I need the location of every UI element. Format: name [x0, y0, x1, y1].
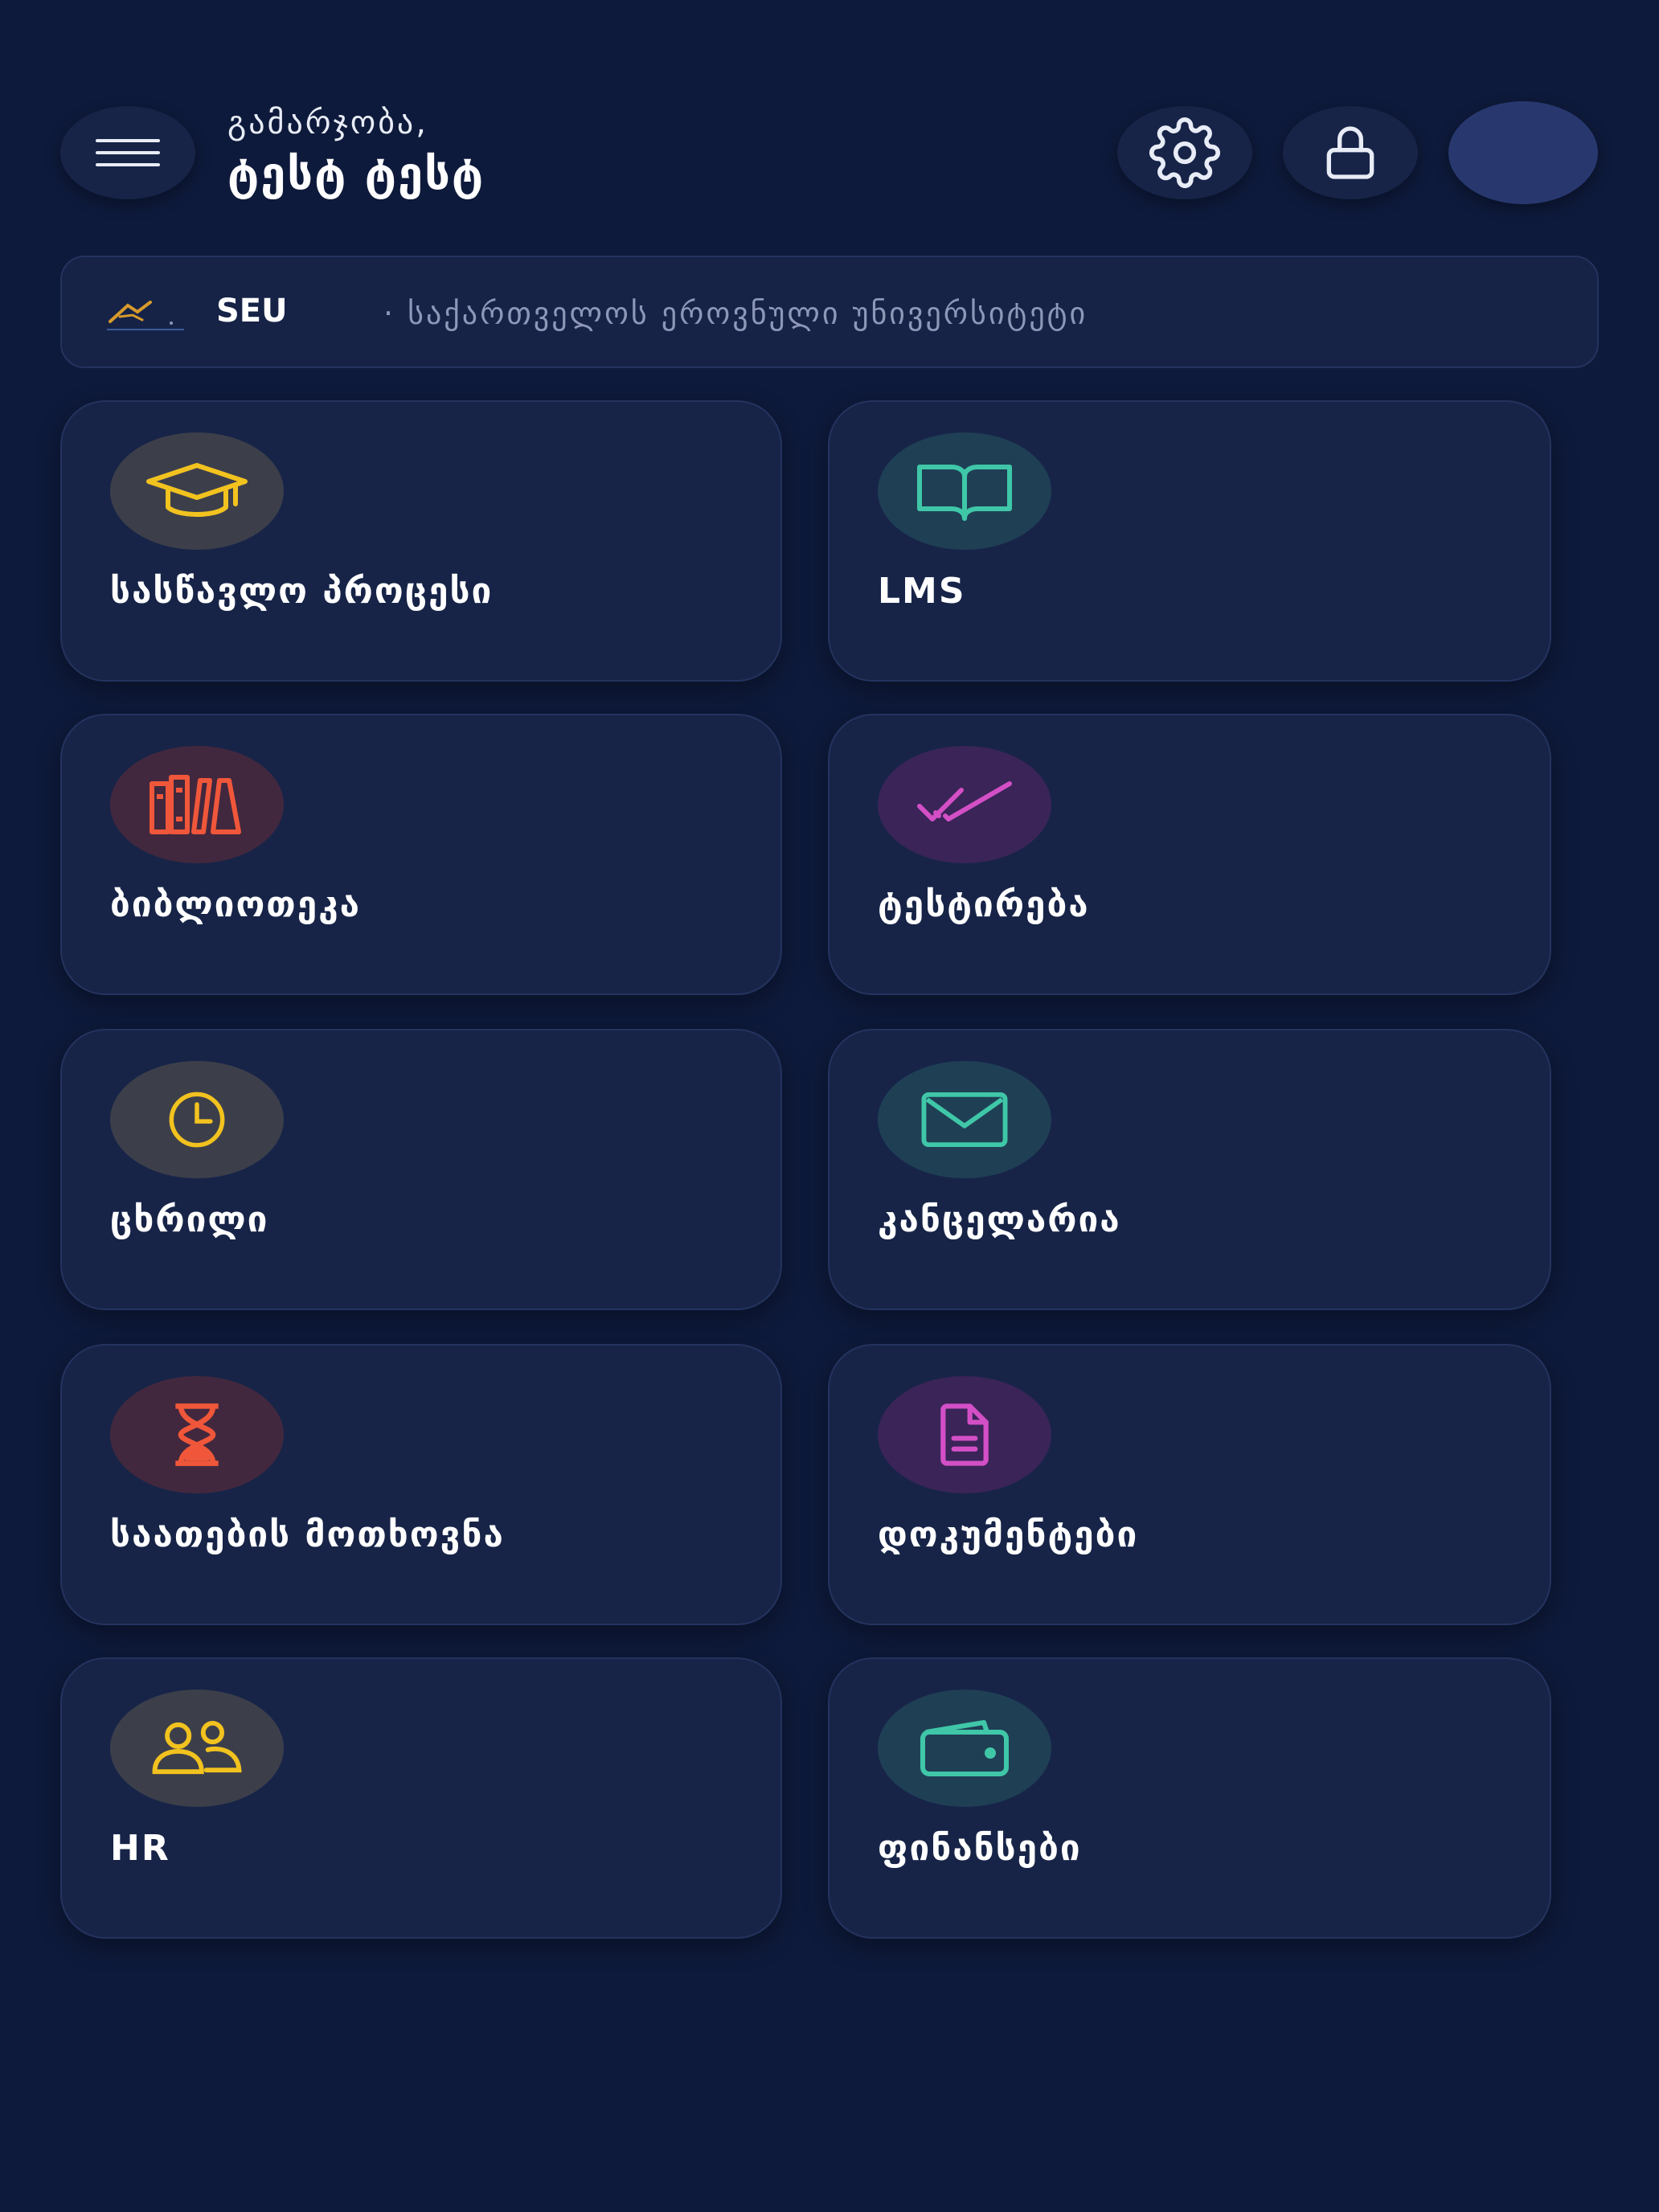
envelope-icon — [921, 1092, 1008, 1148]
module-card-finances[interactable]: ფინანსები — [828, 1657, 1551, 1939]
module-label: ტესტირება — [878, 884, 1090, 925]
university-name: · საქართველოს ეროვნული უნივერსიტეტი — [383, 296, 1088, 331]
double-check-icon — [917, 781, 1012, 821]
module-label: კანცელარია — [878, 1199, 1121, 1240]
avatar[interactable] — [1448, 101, 1598, 204]
clock-icon — [169, 1092, 225, 1148]
module-label: ბიბლიოთეკა — [110, 884, 361, 925]
module-label: LMS — [878, 571, 966, 612]
module-label: საათების მოთხოვნა — [110, 1514, 505, 1555]
wallet-icon — [920, 1720, 1009, 1776]
module-card-library[interactable]: ბიბლიოთეკა — [60, 714, 782, 995]
greeting-text: გამარჯობა, — [227, 104, 428, 141]
user-name: ტესტ ტესტ — [227, 148, 485, 200]
open-book-icon — [917, 465, 1012, 521]
module-card-learning-process[interactable]: სასწავლო პროცესი — [60, 400, 782, 682]
module-card-lms[interactable]: LMS — [828, 400, 1551, 682]
module-label: სასწავლო პროცესი — [110, 571, 494, 612]
hamburger-menu-icon — [96, 139, 160, 166]
university-logo-icon — [107, 301, 184, 330]
lock-button[interactable] — [1283, 106, 1418, 199]
university-banner: SEU · საქართველოს ეროვნული უნივერსიტეტი — [60, 256, 1599, 368]
graduation-cap-icon — [146, 463, 248, 517]
library-books-icon — [150, 775, 241, 834]
module-label: დოკუმენტები — [878, 1514, 1139, 1555]
top-header: გამარჯობა, ტესტ ტესტ — [0, 0, 1659, 241]
module-card-hours-request[interactable]: საათების მოთხოვნა — [60, 1344, 782, 1625]
module-card-testing[interactable]: ტესტირება — [828, 714, 1551, 995]
module-card-chancellery[interactable]: კანცელარია — [828, 1029, 1551, 1310]
users-icon — [152, 1720, 242, 1775]
document-icon — [940, 1403, 989, 1466]
module-card-documents[interactable]: დოკუმენტები — [828, 1344, 1551, 1625]
settings-button[interactable] — [1117, 106, 1252, 199]
module-label: ცხრილი — [110, 1199, 269, 1240]
module-label: HR — [110, 1828, 170, 1869]
lock-icon — [1326, 126, 1374, 179]
module-label: ფინანსები — [878, 1828, 1082, 1869]
university-abbreviation: SEU — [216, 293, 288, 330]
module-card-hr[interactable]: HR — [60, 1657, 782, 1939]
module-card-schedule[interactable]: ცხრილი — [60, 1029, 782, 1310]
menu-button[interactable] — [60, 106, 195, 199]
hourglass-icon — [175, 1403, 219, 1466]
gear-icon — [1149, 117, 1220, 188]
